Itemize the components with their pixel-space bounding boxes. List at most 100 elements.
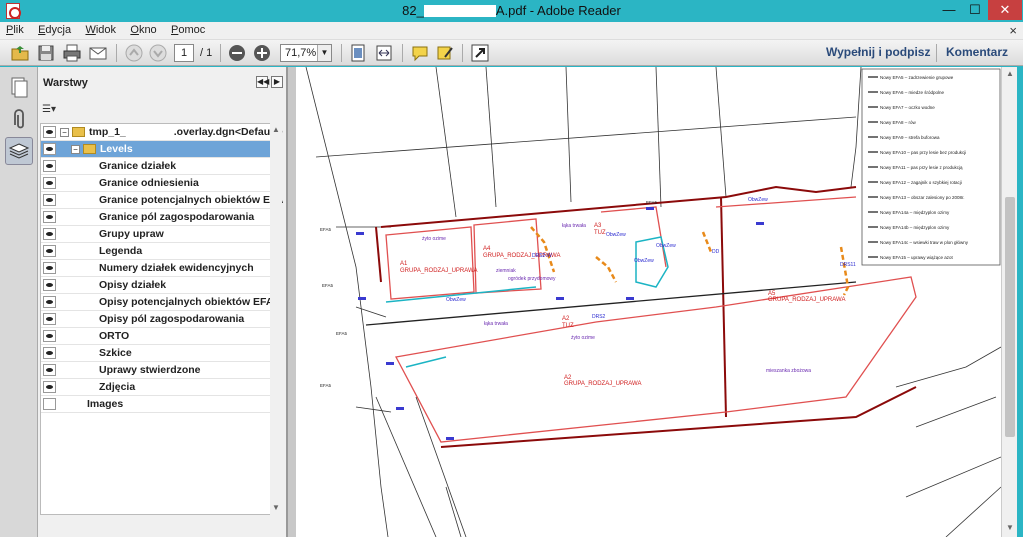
document-scrollbar[interactable]: ▲ ▼ (1001, 67, 1017, 537)
eye-icon[interactable] (43, 330, 56, 342)
layer-images[interactable]: Images (41, 396, 271, 413)
layer-label: Granice działek (99, 160, 177, 172)
layer-item[interactable]: Opisy potencjalnych obiektów EFA (41, 294, 273, 311)
fit-page-icon[interactable] (348, 43, 368, 63)
collapse-icon[interactable]: − (60, 128, 69, 137)
layer-item[interactable]: Grupy upraw (41, 226, 271, 243)
drs-label: DRS2-W (532, 253, 552, 259)
previous-page-icon[interactable] (124, 43, 144, 63)
eye-icon[interactable] (43, 228, 56, 240)
menu-edycja[interactable]: Edycja (32, 22, 76, 36)
layer-root-name: tmp_1_ (89, 126, 126, 138)
collapse-icon[interactable]: − (71, 145, 80, 154)
expand-icon[interactable] (470, 43, 490, 63)
zoom-out-icon[interactable] (227, 43, 247, 63)
fit-width-icon[interactable] (374, 43, 394, 63)
layer-item[interactable]: Zdjęcia (41, 379, 271, 396)
eye-icon[interactable] (43, 364, 56, 376)
highlight-icon[interactable] (435, 43, 455, 63)
scroll-down-icon[interactable]: ▼ (271, 503, 281, 512)
menu-widok[interactable]: Widok (79, 22, 121, 36)
eye-icon[interactable] (43, 347, 56, 359)
eye-icon[interactable] (43, 194, 56, 206)
legend-item: Nowy EFA13 – obszar zalesiony po 2008r. (880, 195, 965, 200)
scroll-up-icon[interactable]: ▲ (1002, 69, 1018, 78)
close-document-button[interactable]: × (1009, 23, 1017, 38)
next-panel-icon[interactable]: ▶ (271, 76, 283, 88)
eye-icon[interactable] (43, 279, 56, 291)
eye-icon[interactable] (43, 160, 56, 172)
crop-label: ogródek przydomowy (508, 276, 556, 282)
legend-item: Nowy EFA9 – strefa buforowa (880, 135, 940, 140)
eye-icon[interactable] (43, 177, 56, 189)
next-page-icon[interactable] (148, 43, 168, 63)
crop-label: żyto ozime (571, 335, 595, 341)
layer-item[interactable]: Granice odniesienia (41, 175, 271, 192)
layer-item[interactable]: Uprawy stwierdzone (41, 362, 271, 379)
layer-label: ORTO (99, 330, 130, 342)
layer-item[interactable]: Granice działek (41, 158, 271, 175)
page-number-input[interactable]: 1 (174, 44, 194, 62)
comment-button[interactable]: Komentarz (946, 45, 1008, 59)
toolbar-separator (402, 44, 403, 62)
eye-icon[interactable] (43, 262, 56, 274)
collapse-panel-icon[interactable]: ◀◀ (256, 76, 269, 88)
layer-group-levels[interactable]: − Levels (41, 141, 271, 158)
layer-item[interactable]: Numery działek ewidencyjnych (41, 260, 271, 277)
legend-item: Nowy EFA14a – międzyplon ozimy (880, 210, 950, 215)
eye-icon[interactable] (43, 245, 56, 257)
sticky-note-icon[interactable] (410, 43, 430, 63)
email-icon[interactable] (88, 43, 108, 63)
field-label: GRUPA_RODZAJ_UPRAWA (400, 268, 477, 274)
visibility-checkbox[interactable] (43, 398, 56, 410)
scroll-up-icon[interactable]: ▲ (271, 125, 281, 134)
menu-okno[interactable]: Okno (124, 22, 161, 36)
eye-icon[interactable] (43, 381, 56, 393)
close-button[interactable]: ✕ (988, 0, 1022, 20)
layers-scrollbar[interactable]: ▲ ▼ (270, 123, 282, 515)
crop-label: ziemniak (496, 268, 516, 274)
print-icon[interactable] (62, 43, 82, 63)
menu-bar: Plik Edycja Widok Okno Pomoc × (0, 22, 1023, 40)
options-menu-icon[interactable]: ☰▾ (42, 104, 62, 118)
layer-item[interactable]: ORTO (41, 328, 271, 345)
layers-icon[interactable] (5, 137, 33, 165)
eye-icon[interactable] (43, 211, 56, 223)
document-view[interactable]: A1 GRUPA_RODZAJ_UPRAWA A4 GRUPA_RODZAJ_U… (296, 67, 1001, 537)
fill-and-sign-button[interactable]: Wypełnij i podpisz (826, 45, 930, 59)
zoom-in-icon[interactable] (252, 43, 272, 63)
eye-icon[interactable] (43, 143, 56, 155)
eye-icon[interactable] (43, 296, 56, 308)
folder-icon (72, 127, 85, 137)
menu-plik[interactable]: Plik (0, 22, 29, 36)
layer-root[interactable]: − tmp_1_ .overlay.dgn<Default> (41, 124, 283, 141)
scroll-down-icon[interactable]: ▼ (1002, 523, 1018, 532)
layer-item[interactable]: Granice potencjalnych obiektów EFA (41, 192, 283, 209)
layer-item[interactable]: Szkice (41, 345, 271, 362)
legend-item: Nowy EFA14c – wsiewki traw w plon główny (880, 240, 969, 245)
pages-icon[interactable] (5, 73, 33, 101)
paperclip-icon[interactable] (5, 105, 33, 133)
panel-splitter[interactable] (287, 67, 296, 537)
minimize-button[interactable]: — (936, 0, 962, 20)
efa-label: EFA5 (336, 331, 348, 336)
eye-icon[interactable] (43, 126, 56, 138)
dd-label: DD (712, 249, 720, 255)
chevron-down-icon[interactable]: ▼ (317, 45, 331, 61)
layer-item[interactable]: Legenda (41, 243, 271, 260)
save-icon[interactable] (36, 43, 56, 63)
layer-item[interactable]: Opisy pól zagospodarowania (41, 311, 271, 328)
zoom-level-select[interactable]: 71,7% ▼ (280, 44, 332, 62)
field-label: A3 (594, 223, 602, 229)
eye-icon[interactable] (43, 313, 56, 325)
layer-item[interactable]: Opisy działek (41, 277, 271, 294)
obwzew-label: ObwZew (634, 258, 654, 264)
legend-item: Nowy EFA8 – rów (880, 120, 917, 125)
menu-pomoc[interactable]: Pomoc (165, 22, 210, 36)
maximize-button[interactable]: ☐ (962, 0, 988, 20)
layer-item[interactable]: Granice pól zagospodarowania (41, 209, 271, 226)
scroll-thumb[interactable] (1005, 197, 1015, 437)
crop-label: łąka trwała (484, 321, 508, 327)
field-label: A2 (562, 316, 570, 322)
open-icon[interactable] (10, 43, 30, 63)
